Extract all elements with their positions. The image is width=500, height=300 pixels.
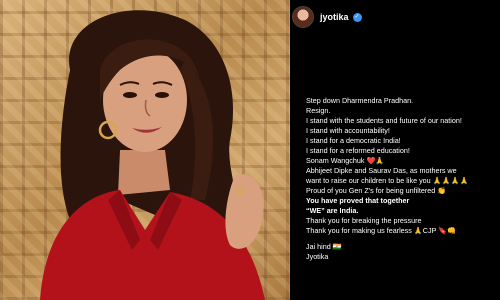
caption-line: Proud of you Gen Z's for being unfiltere… (306, 186, 447, 195)
verified-badge-icon: ✓ (352, 12, 362, 22)
caption-line: want to raise our children to be like yo… (306, 176, 469, 185)
post-photo[interactable] (0, 0, 290, 300)
instagram-post: jyotika ✓ Step down Dharmendra Pradhan. … (0, 0, 500, 300)
caption-panel: jyotika ✓ Step down Dharmendra Pradhan. … (290, 0, 500, 300)
username-link[interactable]: jyotika (320, 12, 349, 22)
caption-line: I stand for a democratic India! (306, 136, 401, 145)
profile-avatar[interactable] (292, 6, 314, 28)
caption-line: Resign. (306, 106, 331, 115)
caption-text: Step down Dharmendra Pradhan. Resign. I … (306, 96, 496, 262)
caption-line-bold: You have proved that together (306, 196, 410, 205)
caption-line: I stand for a reformed education! (306, 146, 410, 155)
caption-line: Abhijeet Dipke and Saurav Das, as mother… (306, 166, 457, 175)
signoff-line: Jai hind 🇮🇳 (306, 242, 342, 251)
caption-line: Step down Dharmendra Pradhan. (306, 96, 414, 105)
post-header: jyotika ✓ (292, 0, 494, 34)
caption-line: I stand with the students and future of … (306, 116, 462, 125)
caption-line-bold: “WE” are India. (306, 206, 359, 215)
caption-line: Thank you for breaking the pressure (306, 216, 422, 225)
caption-line: Thank you for making us fearless 🙏CJP 🔖👊 (306, 226, 457, 235)
caption-line: Sonam Wangchuk ❤️🙏 (306, 156, 385, 165)
signature-name: Jyotika (306, 252, 329, 261)
caption-line: I stand with accountability! (306, 126, 390, 135)
woman-portrait-illustration (40, 10, 265, 300)
